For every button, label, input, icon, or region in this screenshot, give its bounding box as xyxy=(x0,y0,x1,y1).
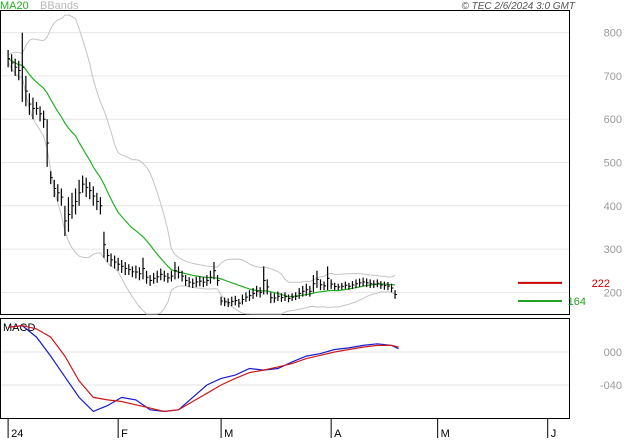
price-y-tick: 600 xyxy=(604,114,622,126)
price-y-tick: 800 xyxy=(604,28,622,40)
closing-marker-label: 222 xyxy=(592,278,610,290)
copyright-text: © TEC 2/6/2024 3:0 GMT xyxy=(461,1,575,12)
price-y-tick: 500 xyxy=(604,158,622,170)
price-y-tick-labels: 800700600500400300200 xyxy=(604,28,622,300)
stock-chart: 800700600500400300200 222164 MA20 BBands… xyxy=(0,0,622,440)
price-y-tick: 400 xyxy=(604,201,622,213)
x-tick-label: M xyxy=(224,428,233,440)
macd-y-tick: -040 xyxy=(600,380,622,392)
x-tick-label: 24 xyxy=(11,428,23,440)
x-tick-label: M xyxy=(441,428,450,440)
macd-y-tick-labels: 000 -040 xyxy=(600,347,622,392)
x-tick-label: A xyxy=(334,428,342,440)
closing-marker-label: 164 xyxy=(568,296,586,308)
legend-bbands: BBands xyxy=(40,0,79,12)
macd-y-tick: 000 xyxy=(604,347,622,359)
x-axis-ticks: 24 F M A M J xyxy=(7,418,557,440)
x-tick-label: F xyxy=(121,428,128,440)
price-y-tick: 700 xyxy=(604,71,622,83)
legend-ma20: MA20 xyxy=(0,0,29,12)
x-tick-label: J xyxy=(551,428,557,440)
price-y-tick: 300 xyxy=(604,244,622,256)
